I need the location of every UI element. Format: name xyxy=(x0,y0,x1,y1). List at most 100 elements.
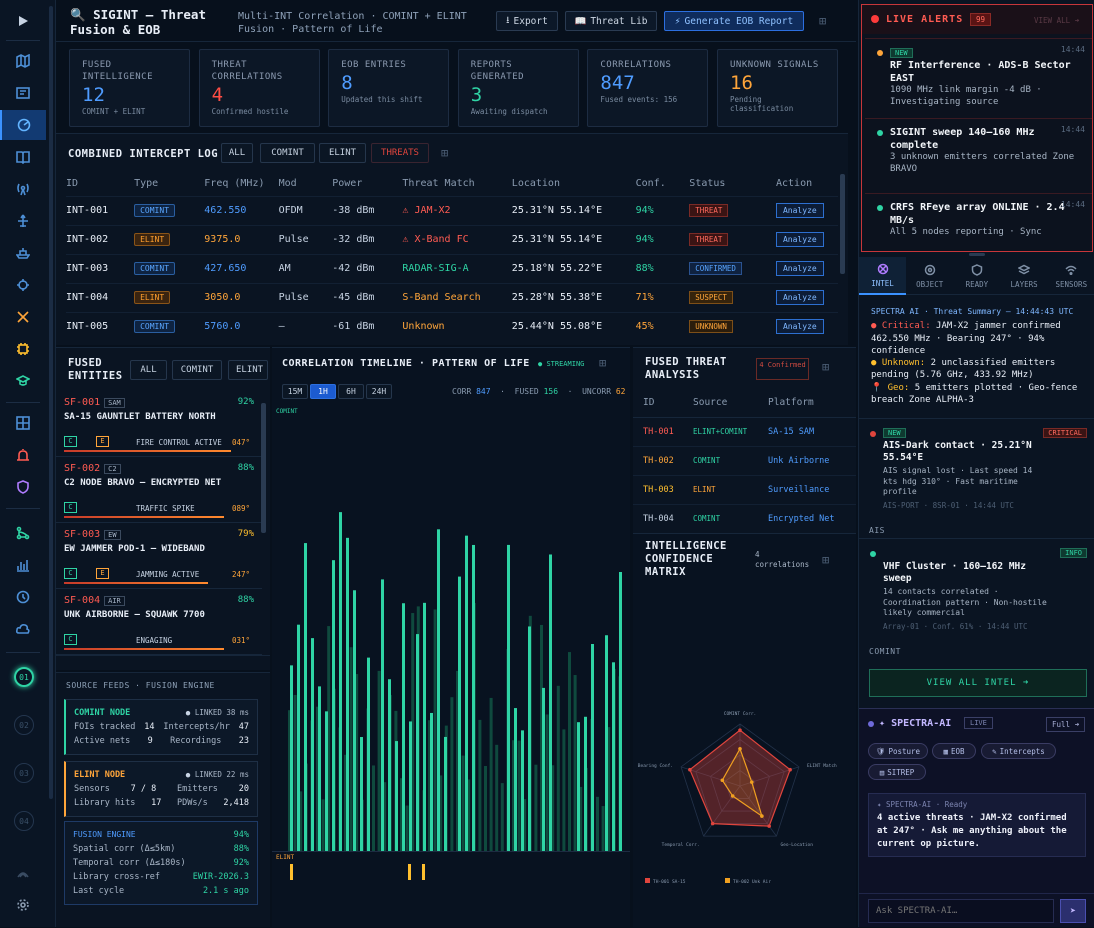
crosshair-icon[interactable] xyxy=(0,270,46,300)
filter-comint[interactable]: COMINT xyxy=(172,360,222,380)
generate-report-button[interactable]: ⚡ Generate EOB Report xyxy=(664,11,804,31)
threat-lib-button[interactable]: 📖 Threat Lib xyxy=(565,11,657,31)
shield-icon[interactable] xyxy=(0,472,46,502)
play-icon[interactable] xyxy=(0,6,46,36)
column-header[interactable]: Status xyxy=(689,172,776,196)
quick-prompt-pill[interactable]: 🛡 Posture xyxy=(868,743,928,759)
alert-item[interactable]: 14:44 SIGINT sweep 140–160 MHz complete 3 … xyxy=(865,118,1092,175)
table-row[interactable]: TH-001 ELINT+COMINT SA-15 SAM xyxy=(633,418,856,447)
range-option[interactable]: 15M xyxy=(282,384,308,399)
chip-icon[interactable] xyxy=(0,334,46,364)
send-button[interactable]: ➤ xyxy=(1060,899,1086,923)
antenna-icon[interactable] xyxy=(0,174,46,204)
analyze-button[interactable]: Analyze xyxy=(775,319,824,335)
cell-type: ELINT xyxy=(134,224,205,254)
entity-card[interactable]: SF-001 SAM 92% SA-15 GAUNTLET BATTERY NORTH… xyxy=(56,391,262,457)
table-row[interactable]: INT-005 COMINT 5760.0— -61 dBm Unknown 25.44°… xyxy=(66,311,838,341)
column-header[interactable]: Freq (MHz) xyxy=(204,172,278,196)
intel-item[interactable]: INFO VHF Cluster · 160–162 MHz sweep 14 co… xyxy=(859,538,1094,642)
plane-icon[interactable] xyxy=(0,206,46,236)
table-row[interactable]: INT-002 ELINT 9375.0 Pulse -32 dBm ⚠ X-Band F… xyxy=(66,224,838,254)
view-all-alerts-link[interactable]: VIEW ALL ➜ xyxy=(1034,16,1079,25)
column-header[interactable]: Power xyxy=(332,172,402,196)
entity-card[interactable]: SF-004 AIR 88% UNK AIRBORNE — SQUAWK 7700 C E… xyxy=(56,589,262,655)
table-row[interactable]: INT-003 COMINT 427.650 AM -42 dBm RADAR-SIG-A… xyxy=(66,253,838,283)
tab-intel[interactable]: INTEL xyxy=(859,257,906,295)
export-button[interactable]: ⭳ Export xyxy=(496,11,558,31)
step-indicator[interactable]: 03 xyxy=(14,763,34,783)
analyze-button[interactable]: Analyze xyxy=(775,290,824,305)
rail-scrollbar[interactable] xyxy=(49,6,53,799)
analyze-button[interactable]: Analyze xyxy=(775,232,824,247)
settings-icon[interactable] xyxy=(0,890,46,920)
table-row[interactable]: TH-002 COMINT Unk Airborne xyxy=(633,447,856,476)
column-header[interactable]: Conf. xyxy=(636,172,690,196)
filter-all[interactable]: ALL xyxy=(221,143,253,163)
full-view-button[interactable]: Full ➜ xyxy=(1046,717,1086,732)
entity-scrollbar[interactable] xyxy=(261,403,266,533)
network-icon[interactable] xyxy=(0,518,46,548)
column-header[interactable]: Action xyxy=(776,172,838,196)
table-scrollbar[interactable] xyxy=(840,174,845,274)
column-header[interactable]: ID xyxy=(643,397,654,408)
layout-grid-icon[interactable]: ⊞ xyxy=(819,14,826,28)
table-row[interactable]: INT-004 ELINT 3050.0 Pulse -45 dBm S-Band Sea… xyxy=(66,282,838,312)
ship-icon[interactable] xyxy=(0,238,46,268)
satellite-icon[interactable] xyxy=(0,302,46,332)
column-header[interactable]: Type xyxy=(134,172,204,196)
analyze-button[interactable]: Analyze xyxy=(775,203,824,218)
view-all-intel-button[interactable]: VIEW ALL INTEL ➜ xyxy=(869,669,1087,697)
column-header[interactable]: Mod xyxy=(279,172,333,196)
column-header[interactable]: Platform xyxy=(768,397,814,408)
filter-elint[interactable]: ELINT xyxy=(228,360,268,380)
signal-icon[interactable] xyxy=(0,858,46,888)
layout-grid-icon[interactable]: ⊞ xyxy=(822,360,829,374)
book-icon[interactable] xyxy=(0,142,46,172)
legend-label: TH-002 Unk Air xyxy=(733,879,771,885)
column-header[interactable]: Source xyxy=(693,397,727,408)
graduation-icon[interactable] xyxy=(0,366,46,396)
tab-object[interactable]: OBJECT xyxy=(906,257,953,295)
filter-comint[interactable]: COMINT xyxy=(260,143,315,163)
layout-grid-icon[interactable]: ⊞ xyxy=(599,356,606,370)
radar-icon[interactable] xyxy=(0,110,46,140)
column-header[interactable]: ID xyxy=(66,172,134,196)
tab-sensors[interactable]: SENSORS xyxy=(1048,257,1094,295)
filter-threats[interactable]: THREATS xyxy=(371,143,429,163)
bar-chart-icon[interactable] xyxy=(0,550,46,580)
table-row[interactable]: INT-001 COMINT 462.550 OFDM -38 dBm ⚠ JAM-X2 2… xyxy=(66,195,838,225)
grid-icon[interactable] xyxy=(0,408,46,438)
filter-elint[interactable]: ELINT xyxy=(319,143,366,163)
step-indicator[interactable]: 04 xyxy=(14,811,34,831)
cloud-icon[interactable] xyxy=(0,614,46,644)
alert-item[interactable]: 14:44 CRFS RFeye array ONLINE · 2.4 MB/s A… xyxy=(865,193,1092,239)
quick-prompt-pill[interactable]: ▤ SITREP xyxy=(868,764,926,780)
quick-prompt-pill[interactable]: ✎ Intercepts xyxy=(981,743,1056,759)
entity-card[interactable]: SF-002 C2 88% C2 NODE BRAVO — ENCRYPTED NET… xyxy=(56,457,262,523)
step-indicator[interactable]: 02 xyxy=(14,715,34,735)
filter-all[interactable]: ALL xyxy=(130,360,167,380)
ai-chat-input[interactable] xyxy=(868,899,1054,923)
analyze-button[interactable]: Analyze xyxy=(775,261,824,276)
column-header[interactable]: Threat Match xyxy=(402,172,511,196)
alert-item[interactable]: 14:44 NEW RF Interference · ADS-B Sector E… xyxy=(865,38,1092,108)
layout-grid-icon[interactable]: ⊞ xyxy=(441,146,448,160)
range-option[interactable]: 1H xyxy=(310,384,336,399)
resize-handle[interactable] xyxy=(969,253,985,256)
quick-prompt-pill[interactable]: ▦ EOB xyxy=(932,743,976,759)
table-row[interactable]: TH-003 ELINT Surveillance xyxy=(633,476,856,505)
range-option[interactable]: 6H xyxy=(338,384,364,399)
step-indicator[interactable]: 01 xyxy=(14,667,34,687)
column-header[interactable]: Location xyxy=(512,172,636,196)
layout-grid-icon[interactable]: ⊞ xyxy=(822,553,829,567)
range-option[interactable]: 24H xyxy=(366,384,392,399)
map-icon[interactable] xyxy=(0,46,46,76)
dashboard-icon[interactable] xyxy=(0,78,46,108)
table-row[interactable]: TH-004 COMINT Encrypted Net xyxy=(633,505,856,534)
entity-card[interactable]: SF-003 EW 79% EW JAMMER POD-1 — WIDEBAND C E J… xyxy=(56,523,262,589)
intel-item[interactable]: NEW CRITICAL AIS-Dark contact · 25.21°N 55… xyxy=(859,418,1094,522)
history-icon[interactable] xyxy=(0,582,46,612)
tab-layers[interactable]: LAYERS xyxy=(1001,257,1048,295)
alarm-icon[interactable] xyxy=(0,440,46,470)
tab-ready[interactable]: READY xyxy=(953,257,1000,295)
